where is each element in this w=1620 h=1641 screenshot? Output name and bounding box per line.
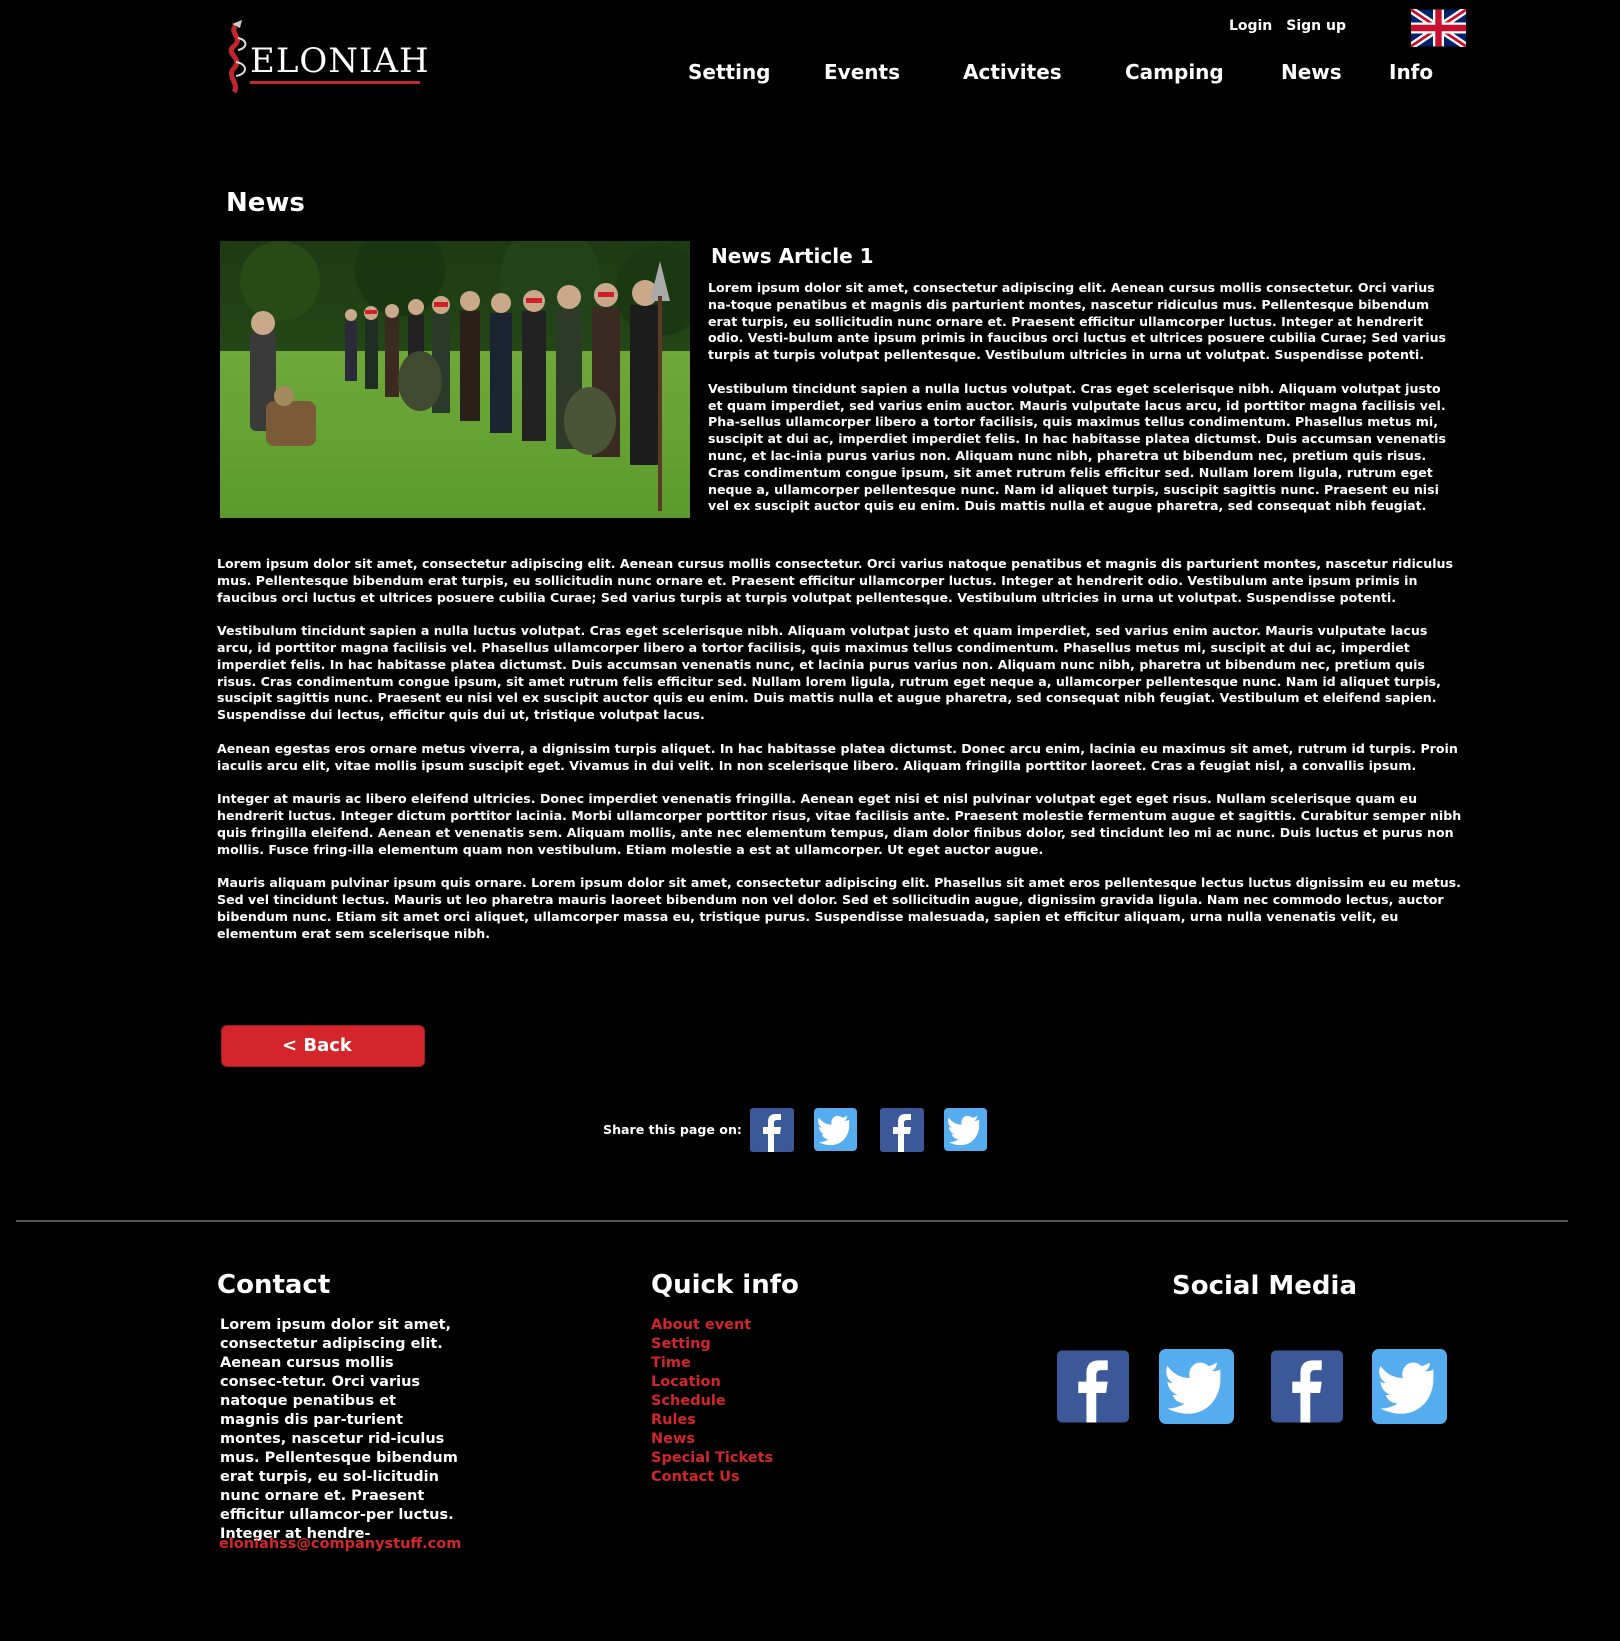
social-media-title: Social Media bbox=[1172, 1271, 1357, 1301]
twitter-icon[interactable] bbox=[1158, 1349, 1235, 1428]
login-link[interactable]: Login bbox=[1229, 18, 1272, 34]
back-button-label: < Back bbox=[282, 1035, 352, 1056]
intro-paragraph: Vestibulum tincidunt sapien a nulla luct… bbox=[708, 380, 1446, 514]
quick-info-list: About event Setting Time Location Schedu… bbox=[651, 1316, 773, 1487]
quick-link-schedule[interactable]: Schedule bbox=[651, 1392, 773, 1411]
body-paragraph: Integer at mauris ac libero eleifend ult… bbox=[217, 791, 1462, 857]
facebook-icon[interactable] bbox=[880, 1108, 924, 1152]
article-title: News Article 1 bbox=[711, 244, 874, 268]
nav-news[interactable]: News bbox=[1281, 60, 1342, 84]
body-paragraph: Aenean egestas eros ornare metus viverra… bbox=[217, 740, 1458, 773]
nav-events[interactable]: Events bbox=[824, 60, 900, 84]
article-body: Lorem ipsum dolor sit amet, consectetur … bbox=[217, 556, 1467, 959]
quick-link-setting[interactable]: Setting bbox=[651, 1335, 773, 1354]
contact-text: Lorem ipsum dolor sit amet, consectetur … bbox=[220, 1317, 458, 1542]
nav-activites[interactable]: Activites bbox=[963, 60, 1062, 84]
facebook-icon[interactable] bbox=[750, 1108, 794, 1152]
twitter-icon[interactable] bbox=[812, 1108, 859, 1151]
facebook-icon[interactable] bbox=[1271, 1349, 1343, 1428]
nav-setting[interactable]: Setting bbox=[688, 60, 771, 84]
footer-divider bbox=[16, 1220, 1568, 1222]
body-paragraph: Lorem ipsum dolor sit amet, consectetur … bbox=[217, 556, 1453, 605]
article-image bbox=[220, 241, 690, 518]
logo-underline bbox=[250, 81, 420, 84]
logo[interactable]: ELONIAH bbox=[222, 18, 429, 96]
nav-info[interactable]: Info bbox=[1389, 60, 1433, 84]
body-paragraph: Mauris aliquam pulvinar ipsum quis ornar… bbox=[217, 875, 1461, 941]
account-links: Login Sign up bbox=[1229, 18, 1346, 34]
facebook-icon[interactable] bbox=[1057, 1349, 1129, 1428]
article-intro: Lorem ipsum dolor sit amet, consectetur … bbox=[708, 280, 1453, 532]
quick-link-special-tickets[interactable]: Special Tickets bbox=[651, 1449, 773, 1468]
share-label: Share this page on: bbox=[603, 1122, 742, 1137]
quick-link-time[interactable]: Time bbox=[651, 1354, 773, 1373]
page-title: News bbox=[226, 188, 305, 218]
twitter-icon[interactable] bbox=[1371, 1349, 1448, 1428]
quick-link-news[interactable]: News bbox=[651, 1430, 773, 1449]
intro-paragraph: Lorem ipsum dolor sit amet, consectetur … bbox=[708, 280, 1447, 363]
quick-info-title: Quick info bbox=[651, 1270, 799, 1300]
signup-link[interactable]: Sign up bbox=[1286, 18, 1346, 34]
quick-link-rules[interactable]: Rules bbox=[651, 1411, 773, 1430]
quick-link-about[interactable]: About event bbox=[651, 1316, 773, 1335]
quick-link-location[interactable]: Location bbox=[651, 1373, 773, 1392]
twitter-icon[interactable] bbox=[942, 1108, 989, 1151]
nav-camping[interactable]: Camping bbox=[1125, 60, 1224, 84]
quick-link-contact-us[interactable]: Contact Us bbox=[651, 1468, 773, 1487]
back-button[interactable]: < Back bbox=[221, 1025, 425, 1067]
logo-text: ELONIAH bbox=[250, 41, 430, 81]
uk-flag-icon[interactable] bbox=[1408, 6, 1469, 50]
body-paragraph: Vestibulum tincidunt sapien a nulla luct… bbox=[217, 623, 1441, 723]
contact-email-link[interactable]: eloniahss@companystuff.com bbox=[219, 1536, 461, 1552]
contact-title: Contact bbox=[217, 1270, 331, 1300]
